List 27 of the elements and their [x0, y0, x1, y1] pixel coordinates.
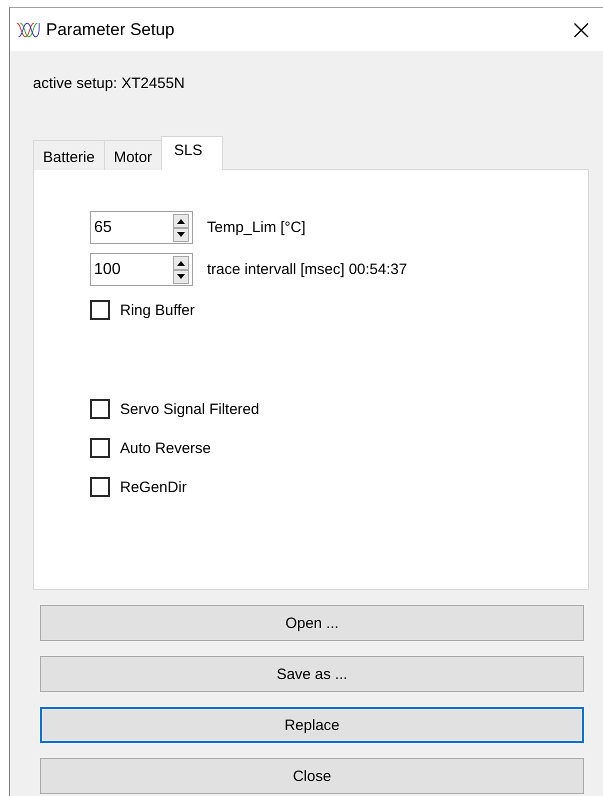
sine-waves-icon: [16, 20, 40, 38]
tab[interactable]: Motor: [104, 140, 162, 170]
spinner-field[interactable]: 100: [90, 253, 193, 286]
checkbox-label[interactable]: ReGenDir: [120, 478, 187, 496]
checkbox-label[interactable]: Ring Buffer: [120, 302, 195, 318]
window-title: Parameter Setup: [46, 20, 175, 40]
checkbox[interactable]: [90, 300, 110, 320]
checkbox-label[interactable]: Auto Reverse: [120, 440, 211, 456]
spin-down-icon[interactable]: [173, 228, 189, 242]
field-label: Temp_Lim [°C]: [207, 219, 306, 236]
checkbox[interactable]: [90, 477, 110, 497]
dialog-button[interactable]: Replace: [40, 707, 584, 743]
field-label: trace intervall [msec] 00:54:37: [207, 261, 408, 278]
active-setup-label: active setup: XT2455N: [33, 75, 186, 94]
close-button[interactable]: ×: [564, 13, 599, 46]
dialog-button[interactable]: Open ...: [40, 605, 584, 641]
tab[interactable]: Batterie: [33, 140, 105, 170]
spin-down-icon[interactable]: [173, 270, 189, 284]
checkbox-label[interactable]: Servo Signal Filtered: [120, 400, 260, 418]
spin-up-icon[interactable]: [173, 214, 189, 228]
spinner-field[interactable]: 65: [90, 211, 193, 244]
dialog-button[interactable]: Close: [40, 758, 584, 794]
checkbox[interactable]: [90, 438, 110, 458]
tab[interactable]: SLS: [161, 136, 224, 170]
spin-up-icon[interactable]: [173, 256, 189, 270]
checkbox[interactable]: [90, 399, 110, 419]
dialog-button[interactable]: Save as ...: [40, 656, 584, 692]
